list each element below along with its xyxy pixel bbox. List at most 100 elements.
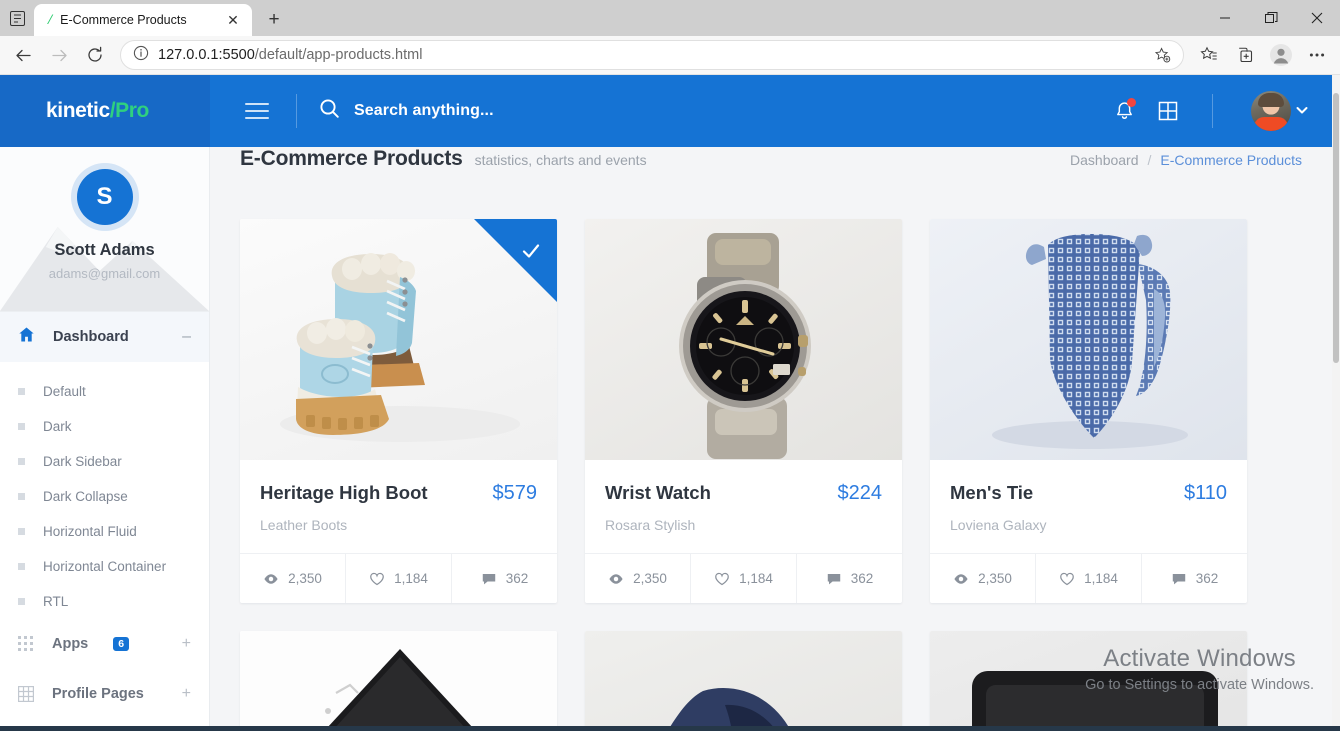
browser-profile-icon[interactable] xyxy=(1264,39,1298,71)
views-count: 2,350 xyxy=(633,571,667,586)
product-info: Men's Tie $110 Loviena Galaxy xyxy=(930,460,1247,553)
sidebar-item-label: Default xyxy=(43,384,86,399)
product-brand: Rosara Stylish xyxy=(605,517,696,533)
product-price: $224 xyxy=(837,482,883,504)
sidebar-item-default[interactable]: Default xyxy=(0,374,209,409)
views-stat[interactable]: 2,350 xyxy=(585,554,691,603)
apps-grid-icon[interactable] xyxy=(1146,89,1190,133)
new-tab-button[interactable]: + xyxy=(260,6,288,34)
maximize-restore-button[interactable] xyxy=(1248,0,1294,36)
sidebar-group-apps[interactable]: Apps 6 + xyxy=(0,619,209,669)
page-title: E-Commerce Products xyxy=(240,147,463,170)
product-price: $579 xyxy=(492,482,538,504)
sidebar-profile: S Scott Adams adams@gmail.com xyxy=(0,147,209,312)
breadcrumb-current[interactable]: E-Commerce Products xyxy=(1160,152,1302,168)
header-divider-right xyxy=(1212,94,1213,128)
comments-stat[interactable]: 362 xyxy=(797,554,902,603)
add-favorite-icon[interactable] xyxy=(1154,46,1171,64)
breadcrumb-separator: / xyxy=(1147,152,1152,168)
apps-grid-icon xyxy=(18,636,34,652)
product-card[interactable]: Men's Tie $110 Loviena Galaxy 2,350 1,18… xyxy=(930,219,1247,603)
sidebar-item-rtl[interactable]: RTL xyxy=(0,584,209,619)
product-card[interactable] xyxy=(930,631,1247,731)
sidebar-group-label: Apps xyxy=(52,636,89,652)
address-bar-url: 127.0.0.1:5500/default/app-products.html xyxy=(158,47,422,63)
expand-icon[interactable]: + xyxy=(182,685,191,703)
forward-arrow-icon xyxy=(42,39,76,71)
url-host: 127.0.0.1:5500 xyxy=(158,47,255,63)
page-footer-strip xyxy=(0,726,1340,731)
views-stat[interactable]: 2,350 xyxy=(240,554,346,603)
comments-stat[interactable]: 362 xyxy=(1142,554,1247,603)
product-name: Wrist Watch xyxy=(605,482,711,503)
likes-stat[interactable]: 1,184 xyxy=(691,554,797,603)
sidebar-item-dark-collapse[interactable]: Dark Collapse xyxy=(0,479,209,514)
app-logo[interactable]: kinetic/Pro xyxy=(0,75,210,147)
reload-icon[interactable] xyxy=(78,39,112,71)
product-image-tie xyxy=(930,219,1247,460)
page-scrollbar[interactable] xyxy=(1332,75,1340,731)
profile-avatar-initial: S xyxy=(76,169,133,225)
sidebar-item-dark[interactable]: Dark xyxy=(0,409,209,444)
more-options-icon[interactable] xyxy=(1300,39,1334,71)
page-header: E-Commerce Products statistics, charts a… xyxy=(240,147,1302,219)
main-content: E-Commerce Products statistics, charts a… xyxy=(210,147,1332,731)
close-icon[interactable]: ✕ xyxy=(222,9,244,31)
hamburger-menu-icon[interactable] xyxy=(240,94,274,128)
address-bar[interactable]: 127.0.0.1:5500/default/app-products.html xyxy=(120,40,1184,70)
heart-icon xyxy=(1060,572,1074,585)
user-menu[interactable] xyxy=(1251,91,1310,131)
favorites-list-icon[interactable] xyxy=(1192,39,1226,71)
likes-stat[interactable]: 1,184 xyxy=(1036,554,1142,603)
collapse-icon[interactable]: – xyxy=(182,328,191,346)
expand-icon[interactable]: + xyxy=(182,635,191,653)
site-info-icon[interactable] xyxy=(133,45,149,66)
product-image-boots xyxy=(240,219,557,460)
product-card[interactable]: Heritage High Boot $579 Leather Boots 2,… xyxy=(240,219,557,603)
app-menu-icon[interactable] xyxy=(0,0,34,36)
views-count: 2,350 xyxy=(978,571,1012,586)
search-input[interactable]: Search anything... xyxy=(354,102,494,120)
product-image-phone xyxy=(240,631,557,731)
minimize-button[interactable] xyxy=(1202,0,1248,36)
breadcrumb-parent[interactable]: Dashboard xyxy=(1070,152,1139,168)
back-arrow-icon[interactable] xyxy=(6,39,40,71)
sidebar-item-dark-sidebar[interactable]: Dark Sidebar xyxy=(0,444,209,479)
product-card[interactable] xyxy=(240,631,557,731)
product-price: $110 xyxy=(1183,482,1227,504)
sidebar-item-label: Dark Sidebar xyxy=(43,454,122,469)
avatar-shirt xyxy=(1254,117,1288,131)
selected-ribbon xyxy=(474,219,557,302)
product-card[interactable] xyxy=(585,631,902,731)
comments-stat[interactable]: 362 xyxy=(452,554,557,603)
eye-icon xyxy=(954,573,968,584)
notifications-bell-icon[interactable] xyxy=(1102,89,1146,133)
url-path: /default/app-products.html xyxy=(254,47,423,63)
sidebar-item-horizontal-container[interactable]: Horizontal Container xyxy=(0,549,209,584)
product-card[interactable]: Wrist Watch $224 Rosara Stylish 2,350 1,… xyxy=(585,219,902,603)
laptop-illustration xyxy=(972,671,1218,731)
sidebar-item-label: Horizontal Container xyxy=(43,559,167,574)
global-search[interactable]: Search anything... xyxy=(319,98,494,124)
browser-tab[interactable]: / E-Commerce Products ✕ xyxy=(34,4,252,36)
sidebar-group-label: Profile Pages xyxy=(52,686,144,702)
sidebar-section-dashboard[interactable]: Dashboard – xyxy=(0,312,209,362)
app-header-left: Search anything... xyxy=(210,94,494,128)
sidebar-group-profile-pages[interactable]: Profile Pages + xyxy=(0,669,209,719)
eye-icon xyxy=(609,573,623,584)
likes-count: 1,184 xyxy=(1084,571,1118,586)
scrollbar-thumb[interactable] xyxy=(1333,93,1339,363)
sidebar-item-horizontal-fluid[interactable]: Horizontal Fluid xyxy=(0,514,209,549)
collections-icon[interactable] xyxy=(1228,39,1262,71)
product-name: Heritage High Boot xyxy=(260,482,428,503)
product-brand: Loviena Galaxy xyxy=(950,517,1047,533)
table-grid-icon xyxy=(17,685,35,703)
views-stat[interactable]: 2,350 xyxy=(930,554,1036,603)
home-icon xyxy=(18,326,35,348)
app-header-right xyxy=(1102,89,1332,133)
close-window-button[interactable] xyxy=(1294,0,1340,36)
likes-stat[interactable]: 1,184 xyxy=(346,554,452,603)
product-title-row: Men's Tie $110 xyxy=(950,482,1227,505)
chevron-down-icon[interactable] xyxy=(1294,102,1310,121)
